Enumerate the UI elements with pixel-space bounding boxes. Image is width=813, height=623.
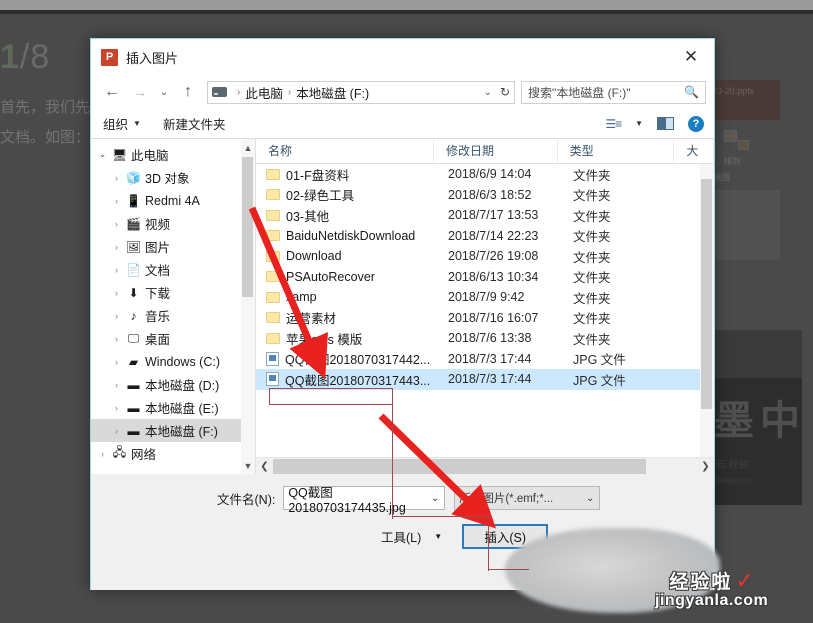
annotation-connector-vertical-2: [488, 523, 489, 571]
annotation-connector-horizontal: [392, 516, 492, 517]
watermark: 经验啦 ✓ jingyanla.com: [655, 567, 768, 610]
annotation-layer: [248, 206, 497, 529]
annotation-arrow-2: [378, 413, 497, 529]
watermark-line2: jingyanla.com: [655, 592, 769, 609]
annotation-rect-selected-file: [269, 388, 393, 405]
annotation-connector-stub: [392, 517, 393, 519]
watermark-check-icon: ✓: [735, 568, 754, 593]
annotation-connector-vertical: [392, 396, 393, 517]
annotation-connector-bottom: [489, 569, 529, 570]
annotation-arrow-1: [248, 206, 328, 379]
watermark-line1: 经验啦: [669, 572, 733, 593]
